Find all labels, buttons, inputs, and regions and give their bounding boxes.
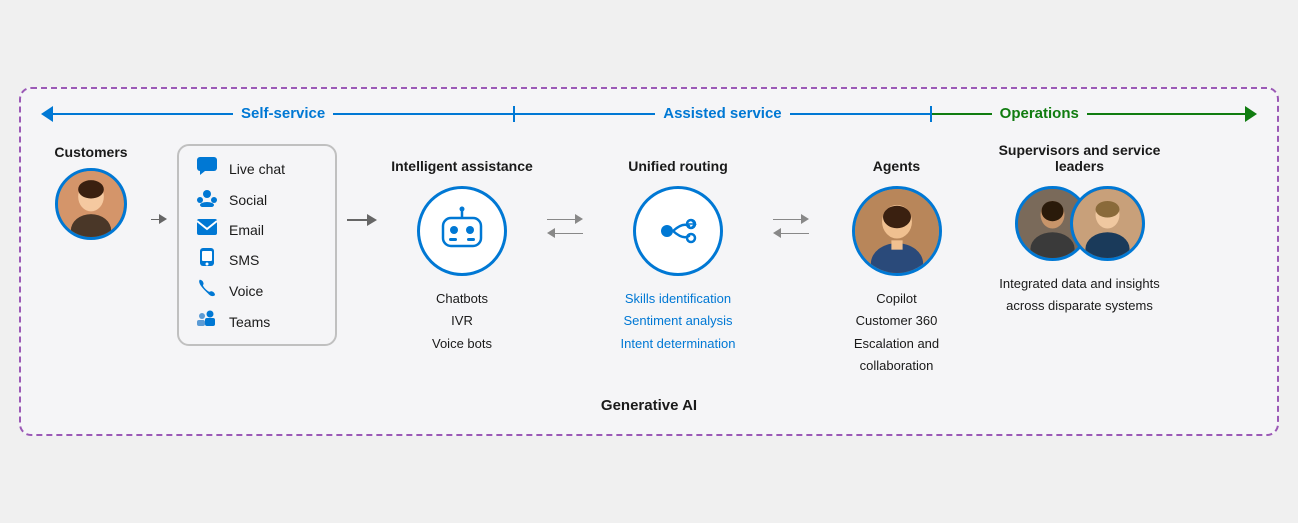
social-label: Social (229, 192, 267, 208)
sms-icon (195, 247, 219, 272)
item-ivr: IVR (432, 310, 492, 332)
self-service-arrow-left (41, 106, 53, 122)
chatbot-circle (417, 186, 507, 276)
item-integrated-data: Integrated data and insights across disp… (992, 273, 1167, 317)
item-escalation: Escalation and collaboration (819, 333, 974, 377)
routing-icon (651, 204, 705, 258)
unified-routing-items: Skills identification Sentiment analysis… (621, 288, 736, 354)
live-chat-icon (195, 156, 219, 181)
customers-label: Customers (54, 144, 127, 160)
channel-teams: Teams (195, 309, 319, 334)
agents-column: Agents Copilot Customer 360 Escalation a… (819, 134, 974, 376)
main-content: Customers Live chat (41, 134, 1257, 376)
diagram-container: Self-service Assisted service Operations… (19, 87, 1279, 435)
routing-circle (633, 186, 723, 276)
teams-icon (195, 309, 219, 334)
arrow-to-intelligent (347, 214, 377, 226)
email-icon (195, 218, 219, 241)
supervisors-photos (1015, 186, 1145, 261)
unified-routing-column: Unified routing Skills identification Se… (593, 134, 763, 354)
self-service-label: Self-service (233, 105, 333, 122)
intelligent-assistance-items: Chatbots IVR Voice bots (432, 288, 492, 354)
operations-label: Operations (992, 105, 1087, 122)
chatbot-icon (435, 204, 489, 258)
intelligent-assistance-column: Intelligent assistance Chatbots IVR Voic… (387, 134, 537, 354)
self-service-line2 (333, 113, 513, 115)
agent-photo (852, 186, 942, 276)
agents-items: Copilot Customer 360 Escalation and coll… (819, 288, 974, 376)
customer-avatar-svg (58, 171, 124, 237)
email-label: Email (229, 222, 264, 238)
channel-sms: SMS (195, 247, 319, 272)
item-chatbots: Chatbots (432, 288, 492, 310)
operations-arrow-right (1245, 106, 1257, 122)
item-copilot: Copilot (819, 288, 974, 310)
teams-label: Teams (229, 314, 270, 330)
channel-email: Email (195, 218, 319, 241)
sms-label: SMS (229, 252, 259, 268)
customers-column: Customers (41, 144, 141, 240)
self-service-line (53, 113, 233, 115)
generative-ai-footer: Generative AI (41, 397, 1257, 414)
supervisor-photo-2 (1070, 186, 1145, 261)
channel-live-chat: Live chat (195, 156, 319, 181)
item-sentiment: Sentiment analysis (621, 310, 736, 332)
arrow-customers-channels (151, 214, 167, 224)
assisted-line2 (790, 113, 930, 115)
supervisors-title: Supervisors and service leaders (992, 134, 1167, 174)
voice-icon (195, 278, 219, 303)
customer-avatar (55, 168, 127, 240)
item-voice-bots: Voice bots (432, 333, 492, 355)
supervisor-2-svg (1073, 186, 1142, 261)
item-intent: Intent determination (621, 333, 736, 355)
bidir-arrow-1 (547, 214, 583, 238)
top-arrows-bar: Self-service Assisted service Operations (41, 105, 1257, 122)
item-customer360: Customer 360 (819, 310, 974, 332)
live-chat-label: Live chat (229, 161, 285, 177)
assisted-service-label: Assisted service (655, 105, 789, 122)
agent-photo-svg (855, 186, 939, 276)
supervisors-column: Supervisors and service leaders (992, 134, 1167, 317)
item-skills: Skills identification (621, 288, 736, 310)
channels-box: Live chat Social Email (177, 144, 337, 346)
intelligent-assistance-title: Intelligent assistance (391, 134, 533, 174)
operations-line (932, 113, 992, 115)
social-icon (195, 187, 219, 212)
agents-title: Agents (873, 134, 920, 174)
assisted-line1 (515, 113, 655, 115)
bidir-arrow-2 (773, 214, 809, 238)
unified-routing-title: Unified routing (628, 134, 728, 174)
channel-voice: Voice (195, 278, 319, 303)
supervisors-items: Integrated data and insights across disp… (992, 273, 1167, 317)
generative-ai-label: Generative AI (601, 397, 697, 414)
operations-line2 (1087, 113, 1245, 115)
channel-social: Social (195, 187, 319, 212)
voice-label: Voice (229, 283, 263, 299)
